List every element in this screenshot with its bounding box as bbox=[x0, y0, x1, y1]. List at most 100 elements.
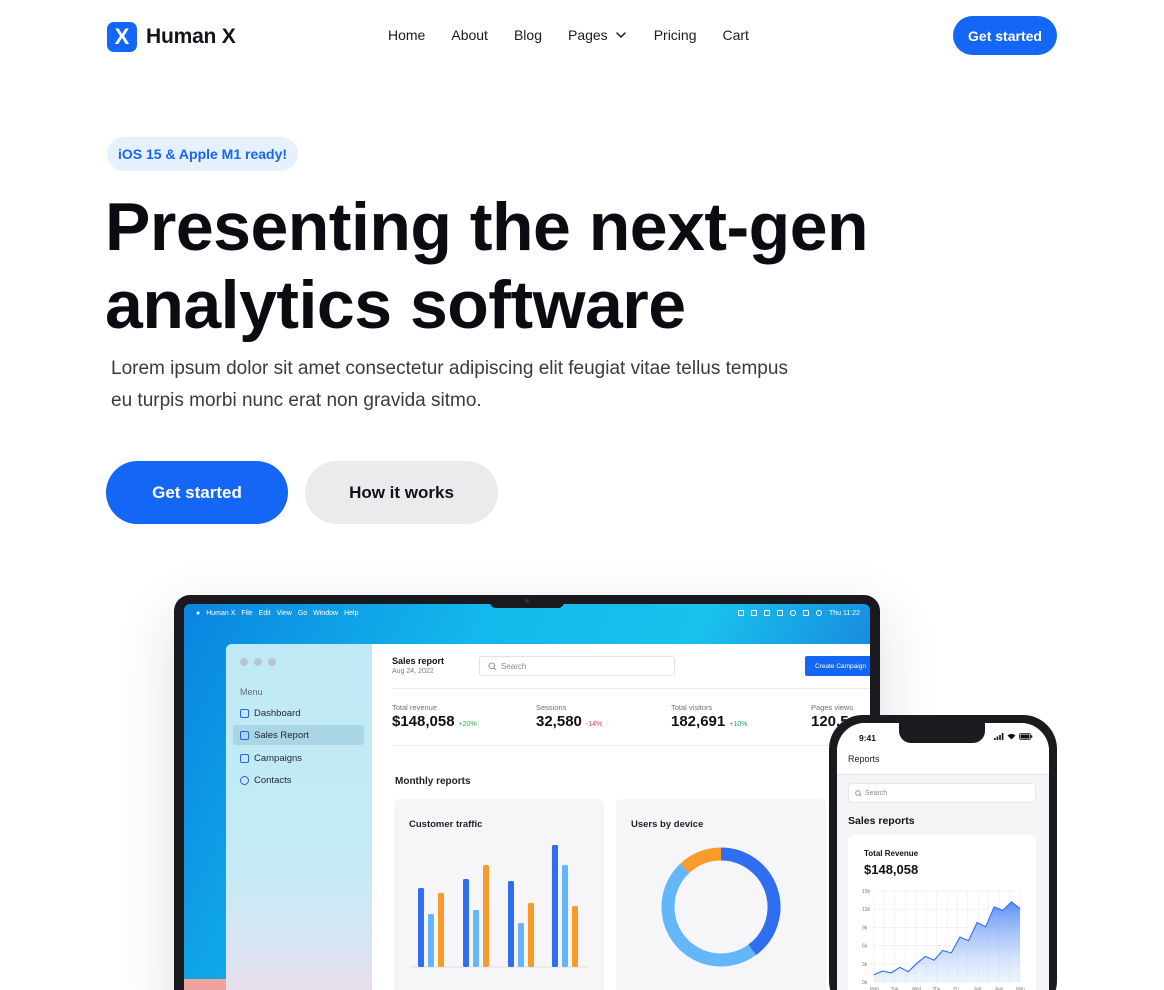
nav-links: Home About Blog Pages Pricing Cart bbox=[388, 27, 775, 43]
menubar-clock: Thu 11:22 bbox=[828, 609, 860, 617]
stat-delta: +10% bbox=[729, 721, 748, 728]
stat-delta: +20% bbox=[458, 721, 477, 728]
stat-total-revenue: Total revenue $148,058 +20% bbox=[392, 703, 477, 730]
traffic-bar bbox=[572, 906, 578, 967]
sidebar-item-dashboard[interactable]: Dashboard bbox=[233, 703, 364, 723]
nav-link-pages-label: Pages bbox=[567, 27, 608, 43]
stat-value-row: $148,058 +20% bbox=[392, 713, 477, 730]
get-started-button[interactable]: Get started bbox=[106, 461, 288, 524]
create-campaign-button[interactable]: Create Campaign bbox=[805, 656, 870, 676]
menubar-item: Edit bbox=[258, 609, 271, 617]
customer-traffic-card: Customer traffic bbox=[394, 799, 604, 990]
traffic-bar bbox=[473, 910, 479, 967]
home-icon bbox=[240, 708, 249, 718]
traffic-bar bbox=[562, 865, 568, 967]
app-sidebar: Menu Dashboard Sales Report Campaigns Co… bbox=[226, 644, 372, 990]
user-icon bbox=[789, 610, 796, 616]
apple-icon: ● bbox=[196, 609, 201, 617]
traffic-bar bbox=[418, 888, 424, 967]
chart-icon bbox=[240, 730, 249, 740]
hero-headline: Presenting the next-gen analytics softwa… bbox=[105, 188, 1005, 344]
menubar-item: File bbox=[241, 609, 253, 617]
close-dot[interactable] bbox=[240, 658, 248, 666]
logo-x-icon: X bbox=[107, 22, 137, 52]
phone-status-icons bbox=[994, 733, 1033, 740]
stat-value: 182,691 bbox=[671, 713, 726, 730]
phone-section-title: Sales reports bbox=[848, 815, 915, 827]
stat-value-row: 182,691 +10% bbox=[671, 713, 747, 730]
search-icon bbox=[855, 789, 862, 797]
traffic-bar bbox=[483, 865, 489, 967]
stat-total-visitors: Total visitors 182,691 +10% bbox=[671, 703, 747, 730]
sidebar-item-label: Contacts bbox=[254, 774, 292, 786]
control-center-icon bbox=[802, 610, 809, 616]
stat-value-row: 32,580 -14% bbox=[536, 713, 602, 730]
customer-traffic-chart bbox=[410, 845, 588, 968]
nav-link-cart[interactable]: Cart bbox=[722, 27, 748, 43]
wallpaper-accent bbox=[184, 979, 228, 990]
x-tick-label: Mon bbox=[870, 986, 879, 990]
x-tick-label: Thu bbox=[933, 986, 941, 990]
phone-notch bbox=[899, 723, 985, 743]
nav-link-pages[interactable]: Pages bbox=[568, 27, 628, 43]
page-title: Sales report bbox=[392, 656, 445, 666]
sidebar-menu-label: Menu bbox=[240, 687, 263, 697]
traffic-bar bbox=[528, 903, 534, 967]
nav-link-about[interactable]: About bbox=[451, 27, 488, 43]
phone-clock: 9:41 bbox=[859, 733, 877, 743]
nav-link-home[interactable]: Home bbox=[388, 27, 425, 43]
sidebar-item-label: Sales Report bbox=[254, 729, 309, 741]
top-nav: X Human X Home About Blog Pages Pricing … bbox=[0, 0, 1164, 72]
traffic-bar bbox=[463, 879, 469, 967]
phone-screen: 9:41 Reports Search Sales reports Total … bbox=[837, 723, 1049, 990]
x-tick-label: Wed bbox=[912, 986, 922, 990]
sidebar-item-contacts[interactable]: Contacts bbox=[233, 770, 364, 790]
nav-link-pricing[interactable]: Pricing bbox=[654, 27, 697, 43]
search-input[interactable]: Search bbox=[479, 656, 675, 676]
stat-label: Sessions bbox=[536, 703, 567, 712]
y-tick-label: 6k bbox=[862, 944, 868, 950]
window-controls bbox=[240, 658, 276, 666]
traffic-bar bbox=[438, 893, 444, 967]
stat-label: Total visitors bbox=[671, 703, 713, 712]
wifi-icon bbox=[776, 610, 783, 616]
menubar-item: Human X bbox=[206, 609, 236, 617]
sidebar-item-campaigns[interactable]: Campaigns bbox=[233, 748, 364, 768]
wifi-icon bbox=[1007, 733, 1016, 740]
y-tick-label: 9k bbox=[862, 925, 868, 931]
sidebar-item-label: Dashboard bbox=[254, 707, 301, 719]
hero-headline-line-2: analytics software bbox=[105, 267, 686, 343]
zoom-dot[interactable] bbox=[268, 658, 276, 666]
user-icon bbox=[240, 775, 249, 785]
total-revenue-card: Total Revenue $148,058 15k 12k 9k 6k 3k 0k Mon… bbox=[848, 835, 1036, 990]
traffic-bar bbox=[508, 881, 514, 967]
sidebar-item-sales-report[interactable]: Sales Report bbox=[233, 725, 364, 745]
y-tick-label: 15k bbox=[862, 889, 871, 895]
dashboard-app-window: Menu Dashboard Sales Report Campaigns Co… bbox=[226, 644, 870, 990]
release-badge: iOS 15 & Apple M1 ready! bbox=[107, 137, 298, 171]
menubar-item: Window bbox=[313, 609, 339, 617]
report-date: Aug 24, 2022 bbox=[392, 668, 434, 675]
how-it-works-button[interactable]: How it works bbox=[305, 461, 498, 524]
device-slice bbox=[661, 863, 756, 967]
phone-search-input[interactable]: Search bbox=[848, 783, 1036, 803]
signal-icon bbox=[994, 733, 1004, 740]
megaphone-icon bbox=[240, 753, 249, 763]
nav-link-blog[interactable]: Blog bbox=[514, 27, 542, 43]
x-tick-label: Sat bbox=[974, 986, 982, 990]
nav-get-started-button[interactable]: Get started bbox=[953, 16, 1057, 55]
phone-page-title: Reports bbox=[848, 754, 880, 764]
laptop-mockup: ● Human X File Edit View Go Window Help … bbox=[174, 595, 880, 990]
device-slice bbox=[680, 847, 722, 874]
y-tick-label: 3k bbox=[862, 962, 868, 968]
chevron-down-icon bbox=[615, 32, 626, 39]
users-by-device-card: Users by device bbox=[616, 799, 826, 990]
stat-label: Pages views bbox=[811, 703, 854, 712]
phone-search-placeholder: Search bbox=[865, 789, 888, 797]
traffic-bar bbox=[518, 923, 524, 967]
traffic-bar bbox=[552, 845, 558, 967]
brand-logo[interactable]: X Human X bbox=[107, 22, 236, 52]
minimize-dot[interactable] bbox=[254, 658, 262, 666]
menubar-item: View bbox=[276, 609, 292, 617]
camera-dot bbox=[525, 599, 529, 603]
